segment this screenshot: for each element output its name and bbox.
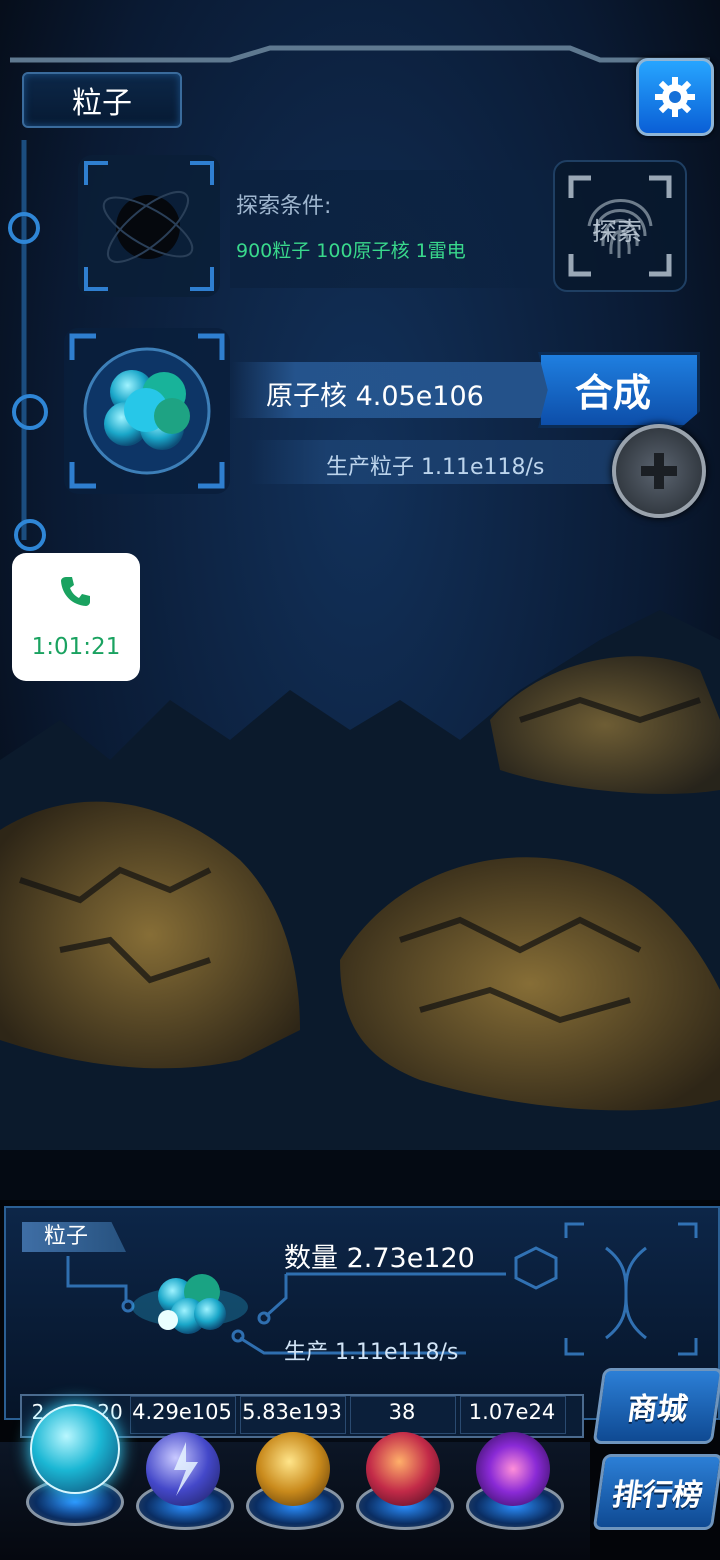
orb-particle[interactable]	[30, 1404, 120, 1494]
nucleus-icon	[69, 333, 225, 489]
orb-lightning[interactable]	[146, 1432, 220, 1506]
panel-tag: 粒子	[22, 1222, 126, 1252]
synthesize-button-label[interactable]: 合成	[538, 362, 688, 417]
page-title: 粒子	[22, 72, 182, 128]
gear-icon	[655, 77, 695, 117]
nucleus-count: 原子核 4.05e106	[266, 381, 484, 412]
resource-value-nucleus: 4.29e105	[132, 1400, 232, 1424]
resource-value-vortex: 1.07e24	[468, 1400, 556, 1424]
nucleus-production: 生产粒子 1.11e118/s	[326, 455, 545, 480]
orb-brain[interactable]	[366, 1432, 440, 1506]
plus-icon	[641, 453, 677, 489]
resource-value-energy: 5.83e193	[242, 1400, 342, 1424]
call-duration: 1:01:21	[31, 634, 121, 660]
add-button[interactable]	[612, 424, 706, 518]
particle-cluster-icon	[132, 1274, 248, 1334]
shop-button[interactable]: 商城	[592, 1368, 720, 1444]
orb-vortex[interactable]	[476, 1432, 550, 1506]
particle-production: 生产 1.11e118/s	[284, 1340, 459, 1365]
explore-requirements: 900粒子 100原子核 1雷电	[236, 240, 466, 262]
nucleus-slot	[64, 328, 230, 494]
settings-button[interactable]	[636, 58, 714, 136]
dark-atom-icon	[84, 161, 214, 291]
particle-quantity: 数量 2.73e120	[284, 1243, 475, 1274]
lightning-icon	[174, 1442, 198, 1496]
explore-condition-label: 探索条件:	[236, 194, 332, 219]
orb-energy[interactable]	[256, 1432, 330, 1506]
phone-icon	[61, 577, 90, 606]
call-widget[interactable]	[12, 553, 140, 681]
resource-value-brain: 38	[388, 1400, 416, 1424]
ranking-button[interactable]: 排行榜	[592, 1454, 720, 1530]
explore-button-label[interactable]: 探索	[575, 212, 659, 248]
explore-target-slot	[78, 155, 220, 297]
